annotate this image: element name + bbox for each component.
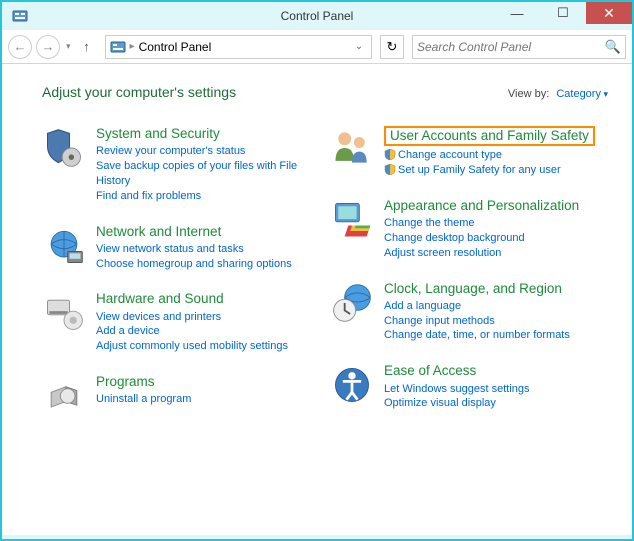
category-link-system-security[interactable]: System and Security (96, 126, 320, 142)
refresh-button[interactable]: ↻ (380, 35, 404, 59)
sublink[interactable]: Add a language (384, 299, 608, 314)
sublink[interactable]: Change date, time, or number formats (384, 328, 608, 343)
address-text: Control Panel (139, 40, 351, 54)
sublink[interactable]: Adjust screen resolution (384, 246, 608, 261)
category-link-ease-of-access[interactable]: Ease of Access (384, 363, 608, 379)
category-ease-of-access: Ease of Access Let Windows suggest setti… (330, 363, 608, 411)
control-panel-icon (12, 8, 28, 24)
categories-grid: System and Security Review your computer… (42, 126, 608, 418)
sublink[interactable]: Change the theme (384, 216, 608, 231)
navigation-toolbar: ← → ▾ ↑ ▸ Control Panel ⌄ ↻ 🔍 (2, 30, 632, 64)
network-internet-icon (42, 224, 86, 268)
sublink[interactable]: Change desktop background (384, 231, 608, 246)
category-link-user-accounts[interactable]: User Accounts and Family Safety (384, 126, 595, 146)
address-bar[interactable]: ▸ Control Panel ⌄ (105, 35, 372, 59)
user-accounts-icon (330, 126, 374, 170)
search-box[interactable]: 🔍 (412, 35, 626, 59)
category-link-appearance[interactable]: Appearance and Personalization (384, 198, 608, 214)
clock-language-region-icon (330, 281, 374, 325)
titlebar: Control Panel — ☐ ✕ (2, 2, 632, 30)
shield-icon (384, 148, 396, 160)
sublink[interactable]: Change input methods (384, 314, 608, 329)
up-button[interactable]: ↑ (77, 37, 97, 57)
category-link-hardware-sound[interactable]: Hardware and Sound (96, 291, 320, 307)
window-border-bottom (2, 535, 632, 539)
category-appearance: Appearance and Personalization Change th… (330, 198, 608, 261)
programs-icon (42, 374, 86, 418)
content-header: Adjust your computer's settings View by:… (42, 84, 608, 100)
appearance-icon (330, 198, 374, 242)
history-dropdown[interactable]: ▾ (64, 41, 73, 52)
category-link-clock-language-region[interactable]: Clock, Language, and Region (384, 281, 608, 297)
sublink[interactable]: Review your computer's status (96, 144, 320, 159)
address-dropdown[interactable]: ⌄ (351, 41, 367, 52)
view-by-label: View by: (508, 88, 549, 100)
window-controls: — ☐ ✕ (494, 2, 632, 24)
view-by-dropdown[interactable]: Category (556, 88, 608, 100)
category-system-security: System and Security Review your computer… (42, 126, 320, 204)
sublink[interactable]: Choose homegroup and sharing options (96, 257, 320, 272)
category-programs: Programs Uninstall a program (42, 374, 320, 418)
minimize-button[interactable]: — (494, 2, 540, 24)
search-input[interactable] (417, 40, 605, 54)
category-network-internet: Network and Internet View network status… (42, 224, 320, 272)
sublink[interactable]: View network status and tasks (96, 242, 320, 257)
system-security-icon (42, 126, 86, 170)
content-area: Adjust your computer's settings View by:… (2, 64, 632, 535)
sublink[interactable]: View devices and printers (96, 310, 320, 325)
hardware-sound-icon (42, 291, 86, 335)
sublink[interactable]: Add a device (96, 324, 320, 339)
close-button[interactable]: ✕ (586, 2, 632, 24)
view-by-control: View by: Category (508, 88, 608, 100)
maximize-button[interactable]: ☐ (540, 2, 586, 24)
category-hardware-sound: Hardware and Sound View devices and prin… (42, 291, 320, 354)
control-panel-window: Control Panel — ☐ ✕ ← → ▾ ↑ ▸ Control Pa… (0, 0, 634, 541)
ease-of-access-icon (330, 363, 374, 407)
shield-icon (384, 163, 396, 175)
sublink[interactable]: Find and fix problems (96, 189, 320, 204)
category-user-accounts: User Accounts and Family Safety Change a… (330, 126, 608, 178)
window-title: Control Panel (281, 9, 354, 23)
right-column: User Accounts and Family Safety Change a… (330, 126, 608, 418)
category-link-programs[interactable]: Programs (96, 374, 320, 390)
category-link-network-internet[interactable]: Network and Internet (96, 224, 320, 240)
sublink[interactable]: Save backup copies of your files with Fi… (96, 159, 320, 189)
address-icon (110, 39, 126, 55)
page-heading: Adjust your computer's settings (42, 84, 236, 100)
sublink[interactable]: Optimize visual display (384, 396, 608, 411)
search-icon: 🔍 (605, 39, 621, 55)
forward-button[interactable]: → (36, 35, 60, 59)
left-column: System and Security Review your computer… (42, 126, 320, 418)
sublink[interactable]: Adjust commonly used mobility settings (96, 339, 320, 354)
sublink[interactable]: Uninstall a program (96, 392, 320, 407)
category-clock-language-region: Clock, Language, and Region Add a langua… (330, 281, 608, 344)
sublink[interactable]: Change account type (384, 148, 608, 163)
sublink[interactable]: Let Windows suggest settings (384, 382, 608, 397)
address-segment-separator[interactable]: ▸ (130, 41, 135, 52)
back-button[interactable]: ← (8, 35, 32, 59)
sublink[interactable]: Set up Family Safety for any user (384, 163, 608, 178)
